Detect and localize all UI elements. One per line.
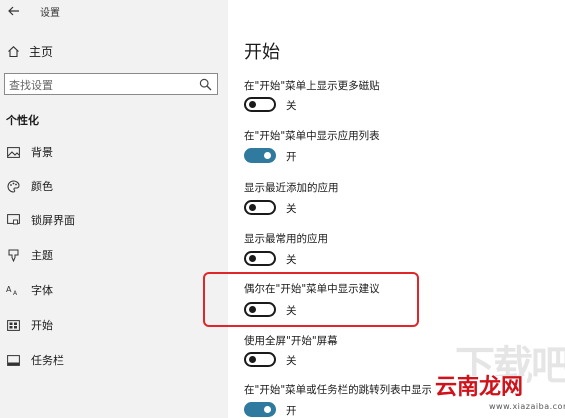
- setting-label-jump-list: 在"开始"菜单或任务栏的跳转列表中显示: [244, 384, 433, 396]
- toggle-knob: [264, 152, 271, 159]
- watermark-brand: 云南龙网: [431, 376, 528, 400]
- toggle-knob: [249, 101, 256, 108]
- sidebar-item-themes[interactable]: 主题: [0, 245, 228, 265]
- sidebar-item-label: 主题: [31, 249, 53, 262]
- toggle-state-more-tiles: 关: [286, 100, 297, 112]
- taskbar-icon: [6, 353, 20, 367]
- sidebar-item-background[interactable]: 背景: [0, 142, 228, 162]
- toggle-most-used[interactable]: [244, 251, 276, 266]
- brush-icon: [6, 248, 20, 262]
- setting-label-app-list: 在"开始"菜单中显示应用列表: [244, 130, 380, 142]
- back-arrow-icon: [8, 6, 19, 16]
- toggle-app-list[interactable]: [244, 148, 276, 163]
- toggle-state-full-screen: 关: [286, 355, 297, 367]
- toggle-state-most-used: 关: [286, 254, 297, 266]
- setting-label-full-screen: 使用全屏"开始"屏幕: [244, 335, 338, 347]
- svg-text:A: A: [6, 285, 12, 294]
- sidebar-item-start[interactable]: 开始: [0, 315, 228, 335]
- sidebar-item-label: 锁屏界面: [31, 214, 75, 227]
- toggle-jump-list[interactable]: [244, 402, 276, 417]
- search-box[interactable]: [4, 73, 218, 96]
- toggle-full-screen[interactable]: [244, 352, 276, 367]
- start-icon: [6, 318, 20, 332]
- setting-label-recently-added: 显示最近添加的应用: [244, 182, 339, 194]
- sidebar-item-label: 背景: [31, 146, 53, 159]
- font-icon: AA: [6, 283, 20, 297]
- back-button[interactable]: [6, 3, 22, 19]
- home-nav-item[interactable]: 主页: [0, 40, 228, 62]
- watermark-url: www.xiazaiba.com: [489, 402, 565, 411]
- toggle-knob: [249, 204, 256, 211]
- toggle-knob: [249, 356, 256, 363]
- section-title: 个性化: [6, 114, 39, 127]
- svg-text:A: A: [13, 290, 18, 296]
- sidebar: 设置 主页 个性化 背景 颜色 锁屏界面 主题: [0, 0, 228, 418]
- window-title: 设置: [40, 8, 60, 19]
- toggle-state-jump-list: 开: [286, 405, 297, 417]
- setting-label-more-tiles: 在"开始"菜单上显示更多磁贴: [244, 80, 380, 92]
- toggle-state-app-list: 开: [286, 151, 297, 163]
- palette-icon: [6, 179, 20, 193]
- lock-screen-icon: [6, 213, 20, 227]
- sidebar-item-label: 任务栏: [31, 354, 64, 367]
- home-label: 主页: [29, 44, 54, 59]
- toggle-knob: [264, 406, 271, 413]
- title-bar: 设置: [0, 0, 228, 22]
- sidebar-item-label: 颜色: [31, 180, 53, 193]
- toggle-more-tiles[interactable]: [244, 97, 276, 112]
- search-input[interactable]: [5, 75, 185, 96]
- setting-label-most-used: 显示最常用的应用: [244, 233, 328, 245]
- toggle-recently-added[interactable]: [244, 200, 276, 215]
- page-title: 开始: [244, 42, 280, 63]
- sidebar-item-label: 字体: [31, 284, 53, 297]
- sidebar-item-lock-screen[interactable]: 锁屏界面: [0, 210, 228, 230]
- home-icon: [6, 44, 20, 58]
- toggle-state-recently-added: 关: [286, 203, 297, 215]
- sidebar-item-fonts[interactable]: AA 字体: [0, 280, 228, 300]
- sidebar-item-taskbar[interactable]: 任务栏: [0, 350, 228, 370]
- highlight-box: [203, 272, 419, 327]
- toggle-knob: [249, 255, 256, 262]
- search-icon: [199, 78, 212, 91]
- sidebar-item-label: 开始: [31, 319, 53, 332]
- picture-icon: [6, 145, 20, 159]
- sidebar-item-colors[interactable]: 颜色: [0, 176, 228, 196]
